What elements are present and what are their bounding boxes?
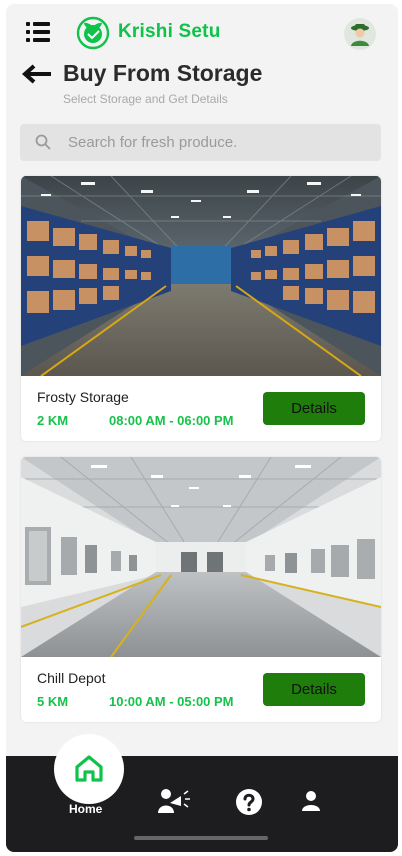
- home-icon: [75, 755, 103, 782]
- page-title: Buy From Storage: [63, 60, 263, 86]
- farmer-avatar-icon[interactable]: [344, 18, 376, 50]
- help-icon[interactable]: [235, 788, 263, 816]
- storage-hours: 10:00 AM - 05:00 PM: [109, 694, 234, 709]
- home-indicator: [134, 836, 268, 840]
- announce-icon[interactable]: [157, 786, 191, 814]
- storage-hours: 08:00 AM - 06:00 PM: [109, 413, 234, 428]
- nav-home-button[interactable]: [54, 734, 124, 804]
- details-button[interactable]: Details: [263, 673, 365, 706]
- storage-name: Frosty Storage: [37, 389, 129, 405]
- storage-name: Chill Depot: [37, 670, 106, 686]
- details-button[interactable]: Details: [263, 392, 365, 425]
- storage-distance: 2 KM: [37, 413, 69, 428]
- page-subtitle: Select Storage and Get Details: [63, 92, 228, 106]
- warehouse-image: [21, 176, 381, 376]
- storage-card[interactable]: Chill Depot 5 KM 10:00 AM - 05:00 PM Det…: [21, 457, 381, 722]
- arrow-left-icon[interactable]: [22, 64, 52, 84]
- cold-storage-image: [21, 457, 381, 657]
- leaf-logo-icon: [76, 16, 110, 50]
- search-icon: [35, 134, 51, 150]
- app-screen: Krishi Setu Buy From Storage Select Stor…: [6, 4, 398, 852]
- storage-distance: 5 KM: [37, 694, 69, 709]
- brand-name: Krishi Setu: [118, 21, 221, 42]
- menu-icon[interactable]: [26, 22, 50, 42]
- profile-icon[interactable]: [301, 790, 321, 812]
- nav-home-label: Home: [69, 802, 103, 816]
- search-bar[interactable]: [20, 124, 381, 161]
- app-header: Krishi Setu: [6, 4, 398, 60]
- search-input[interactable]: [68, 124, 368, 161]
- storage-card[interactable]: Frosty Storage 2 KM 08:00 AM - 06:00 PM …: [21, 176, 381, 441]
